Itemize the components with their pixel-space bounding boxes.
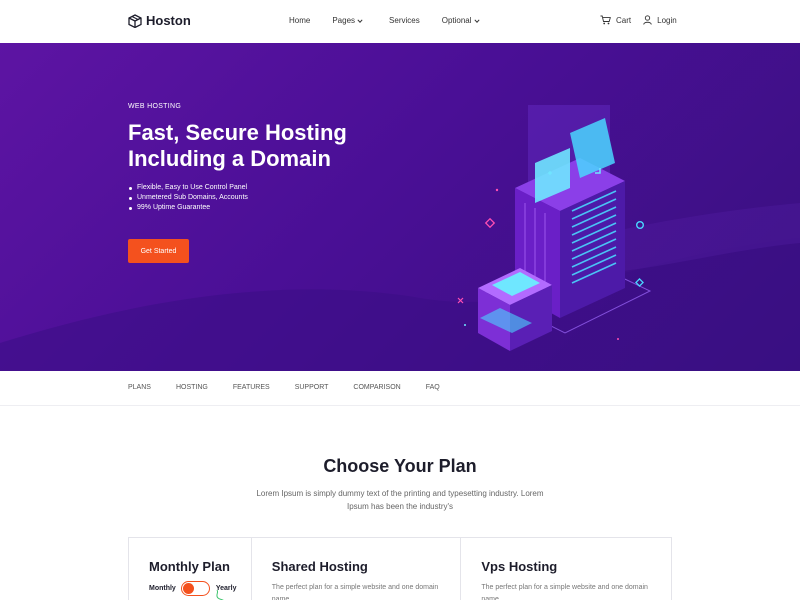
toggle-knob: [182, 583, 194, 594]
arrow-squiggle-icon: [216, 589, 224, 600]
plans-section-title: Choose Your Plan: [323, 456, 477, 476]
main-menu: Home Pages Services Optional: [289, 16, 480, 25]
billing-period-toggle[interactable]: [180, 581, 210, 596]
hero-eyebrow: WEB HOSTING: [128, 103, 182, 110]
nav-item-pages[interactable]: Pages: [332, 16, 363, 25]
nav-item-label: Optional: [441, 16, 472, 25]
nav-item-optional[interactable]: Optional: [442, 16, 480, 25]
nav-item-label: Pages: [332, 16, 356, 25]
plan-card-description: The perfect plan for a simple website an…: [481, 584, 648, 600]
hero-feature-item: 99% Uptime Guarantee: [128, 203, 248, 213]
plans-section-subtitle: Lorem Ipsum is simply dummy text of the …: [256, 489, 544, 511]
cart-icon: [600, 15, 611, 25]
hero-feature-item: Unmetered Sub Domains, Accounts: [128, 193, 248, 203]
account-nav: Cart Login: [600, 15, 677, 25]
subnav-item-features[interactable]: FEATURES: [233, 384, 270, 391]
cart-link[interactable]: Cart: [600, 15, 631, 25]
hero-feature-item: Flexible, Easy to Use Control Panel: [128, 183, 248, 193]
subnav-item-comparison[interactable]: COMPARISON: [353, 384, 400, 391]
user-icon: [643, 15, 652, 25]
plan-card-description: The perfect plan for a simple website an…: [271, 584, 439, 600]
section-subnav: PLANS HOSTING FEATURES SUPPORT COMPARISO…: [0, 371, 800, 406]
hero-background-wave: [0, 203, 800, 371]
server-illustration: [457, 105, 652, 351]
hero-title: Fast, Secure Hosting Including a Domain: [128, 120, 347, 171]
plan-card-vps-hosting: Vps Hosting The perfect plan for a simpl…: [461, 538, 671, 600]
subnav-item-hosting[interactable]: HOSTING: [176, 384, 208, 391]
pricing-cards: Monthly Plan Monthly Yearly Shared Hosti…: [128, 537, 672, 600]
chevron-down-icon: [357, 18, 363, 23]
nav-item-label: Home: [289, 16, 311, 25]
plan-toggle-card: Monthly Plan Monthly Yearly: [129, 538, 252, 600]
subnav-item-plans[interactable]: PLANS: [128, 384, 151, 391]
brand-name: Hoston: [146, 13, 191, 28]
login-link[interactable]: Login: [643, 15, 677, 25]
nav-item-services[interactable]: Services: [389, 16, 420, 25]
brand-logo[interactable]: Hoston: [128, 13, 191, 28]
top-navbar: Hoston Home Pages Services Optional Cart: [0, 0, 800, 43]
monthly-label: Monthly: [149, 585, 176, 592]
login-label: Login: [657, 15, 677, 25]
chevron-down-icon: [473, 18, 480, 23]
cart-label: Cart: [616, 15, 632, 25]
plan-toggle-title: Monthly Plan: [149, 559, 230, 574]
plan-card-shared-hosting: Shared Hosting The perfect plan for a si…: [252, 538, 462, 600]
nav-item-home[interactable]: Home: [289, 16, 310, 25]
subnav-items: PLANS HOSTING FEATURES SUPPORT COMPARISO…: [128, 384, 440, 391]
hero-feature-list: Flexible, Easy to Use Control Panel Unme…: [128, 183, 248, 213]
subnav-item-faq[interactable]: FAQ: [426, 384, 440, 391]
cube-icon: [128, 13, 142, 28]
nav-item-label: Services: [389, 16, 420, 25]
plan-card-title: Shared Hosting: [271, 559, 368, 574]
subnav-item-support[interactable]: SUPPORT: [295, 384, 329, 391]
plan-card-title: Vps Hosting: [481, 559, 558, 574]
hero-banner: WEB HOSTING Fast, Secure Hosting Includi…: [0, 43, 800, 371]
get-started-button[interactable]: Get Started: [128, 239, 189, 263]
